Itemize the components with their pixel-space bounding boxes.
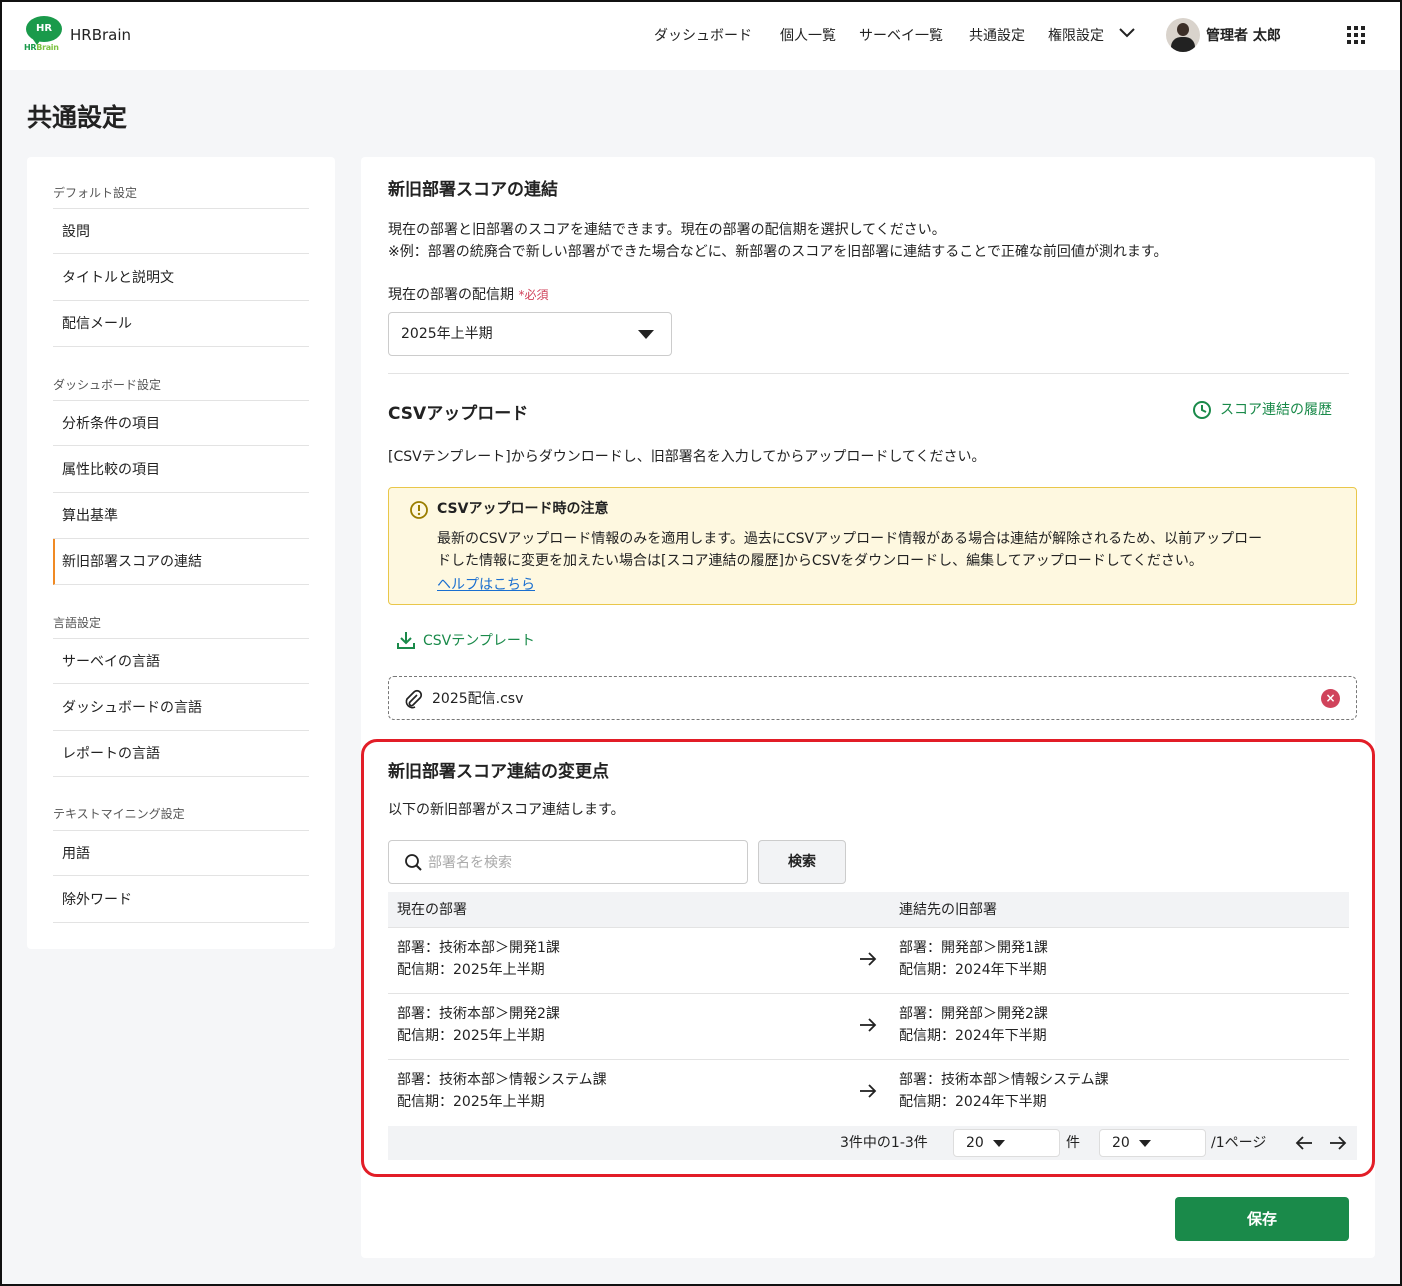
warning-circle-icon [410,501,428,519]
row-current-period: 配信期：2025年上半期 [397,1028,545,1044]
section-example-note: ※例：部署の統廃合で新しい部署ができた場合などに、新部署のスコアを旧部署に連結す… [388,244,1168,260]
caret-down-icon [638,330,654,339]
sidebar-group-title: 言語設定 [53,616,102,630]
sidebar-item-report-language[interactable]: レポートの言語 [53,731,309,777]
arrow-right-icon [860,1084,877,1098]
nav-survey-list[interactable]: サーベイ一覧 [859,25,943,45]
hrbrain-logo[interactable]: HR HRBrain [24,16,64,54]
top-header: HR HRBrain HRBrain ダッシュボード 個人一覧 サーベイ一覧 共… [0,0,1402,70]
period-select-value: 2025年上半期 [401,326,493,342]
notice-text-line1: 最新のCSVアップロード情報のみを適用します。過去にCSVアップロード情報がある… [437,531,1263,547]
nav-individual-list[interactable]: 個人一覧 [780,25,836,45]
row-old-period: 配信期：2024年下半期 [899,962,1047,978]
per-page-value: 20 [966,1135,984,1151]
row-current-period: 配信期：2025年上半期 [397,962,545,978]
table-row: 部署：技術本部＞開発1課 配信期：2025年上半期 部署：開発部＞開発1課 配信… [388,928,1349,994]
help-link[interactable]: ヘルプはこちら [437,574,535,596]
csv-upload-title: CSVアップロード [388,404,529,424]
sidebar-item-attribute-comparison[interactable]: 属性比較の項目 [53,447,309,493]
row-old-period: 配信期：2024年下半期 [899,1028,1047,1044]
sidebar-item-delivery-mail[interactable]: 配信メール [53,301,309,347]
row-old-dept: 部署：開発部＞開発2課 [899,1006,1048,1022]
sidebar-item-analysis-conditions[interactable]: 分析条件の項目 [53,400,309,446]
arrow-left-icon[interactable] [1294,1133,1314,1153]
caret-down-icon [1139,1140,1151,1147]
sidebar-group-title: デフォルト設定 [53,186,138,200]
search-placeholder: 部署名を検索 [428,855,512,871]
csv-notice-box: CSVアップロード時の注意 最新のCSVアップロード情報のみを適用します。過去に… [388,487,1357,605]
per-page-select[interactable]: 20 [953,1129,1060,1157]
brand-name: HRBrain [70,26,132,44]
required-mark: *必須 [518,288,549,302]
csv-template-label: CSVテンプレート [423,633,535,649]
sidebar-item-dashboard-language[interactable]: ダッシュボードの言語 [53,685,309,731]
download-icon [397,632,415,649]
settings-sidebar: デフォルト設定 設問 タイトルと説明文 配信メール ダッシュボード設定 分析条件… [27,157,335,949]
uploaded-file-box: 2025配信.csv × [388,676,1357,720]
per-page-unit: 件 [1066,1135,1080,1151]
sidebar-item-score-linking[interactable]: 新旧部署スコアの連結 [53,539,309,585]
column-header-linked-old-dept: 連結先の旧部署 [899,902,997,918]
changes-title: 新旧部署スコア連結の変更点 [388,762,609,782]
department-search-input[interactable]: 部署名を検索 [388,840,748,884]
period-label: 現在の部署の配信期 *必須 [388,287,549,303]
nav-permission-settings[interactable]: 権限設定 [1048,25,1104,45]
page-value: 20 [1112,1135,1130,1151]
table-row: 部署：技術本部＞情報システム課 配信期：2025年上半期 部署：技術本部＞情報シ… [388,1060,1349,1126]
row-old-period: 配信期：2024年下半期 [899,1094,1047,1110]
sidebar-item-questions[interactable]: 設問 [53,208,309,254]
clock-icon [1193,401,1211,419]
search-icon [405,854,422,871]
sidebar-item-excluded-words[interactable]: 除外ワード [53,877,309,923]
page-select[interactable]: 20 [1099,1129,1206,1157]
sidebar-group-title: テキストマイニング設定 [53,807,185,821]
sidebar-item-title-description[interactable]: タイトルと説明文 [53,255,309,301]
search-button[interactable]: 検索 [758,840,846,884]
sidebar-item-calculation-basis[interactable]: 算出基準 [53,493,309,539]
sidebar-item-survey-language[interactable]: サーベイの言語 [53,638,309,684]
chevron-down-icon[interactable] [1118,26,1136,40]
save-button[interactable]: 保存 [1175,1197,1349,1241]
row-old-dept: 部署：技術本部＞情報システム課 [899,1072,1109,1088]
apps-grid-icon[interactable] [1347,26,1365,44]
pagination-summary: 3件中の1-3件 [840,1135,928,1151]
period-select[interactable]: 2025年上半期 [388,312,672,356]
logo-wordmark: HRBrain [24,43,59,52]
csv-description: [CSVテンプレート]からダウンロードし、旧部署名を入力してからアップロードして… [388,449,986,465]
user-name[interactable]: 管理者 太郎 [1206,25,1281,45]
history-link-label: スコア連結の履歴 [1220,402,1332,418]
uploaded-file-name: 2025配信.csv [432,691,524,707]
table-header: 現在の部署 連結先の旧部署 [388,892,1349,928]
table-row: 部署：技術本部＞開発2課 配信期：2025年上半期 部署：開発部＞開発2課 配信… [388,994,1349,1060]
changes-description: 以下の新旧部署がスコア連結します。 [388,802,625,818]
notice-text-line2: ドした情報に変更を加えたい場合は[スコア連結の履歴]からCSVをダウンロードし、… [437,553,1203,569]
section-description: 現在の部署と旧部署のスコアを連結できます。現在の部署の配信期を選択してください。 [388,222,946,238]
table-pagination: 3件中の1-3件 20 件 20 /1ページ [388,1126,1357,1160]
page-unit: /1ページ [1211,1135,1267,1151]
row-current-dept: 部署：技術本部＞情報システム課 [397,1072,607,1088]
arrow-right-icon [860,1018,877,1032]
row-current-dept: 部署：技術本部＞開発2課 [397,1006,560,1022]
nav-common-settings[interactable]: 共通設定 [969,25,1025,45]
paperclip-icon [405,689,423,709]
remove-file-icon[interactable]: × [1321,689,1340,708]
row-current-dept: 部署：技術本部＞開発1課 [397,940,560,956]
sidebar-item-terms[interactable]: 用語 [53,830,309,876]
nav-dashboard[interactable]: ダッシュボード [654,25,752,45]
arrow-right-icon [860,952,877,966]
caret-down-icon [993,1140,1005,1147]
row-current-period: 配信期：2025年上半期 [397,1094,545,1110]
column-header-current-dept: 現在の部署 [397,902,467,918]
row-old-dept: 部署：開発部＞開発1課 [899,940,1048,956]
main-card: 新旧部署スコアの連結 現在の部署と旧部署のスコアを連結できます。現在の部署の配信… [361,157,1375,1258]
section-title: 新旧部署スコアの連結 [388,180,558,200]
page-title: 共通設定 [27,103,128,132]
notice-title: CSVアップロード時の注意 [437,501,609,517]
arrow-right-icon[interactable] [1328,1133,1348,1153]
sidebar-group-title: ダッシュボード設定 [53,378,162,392]
divider [388,373,1349,374]
avatar[interactable] [1166,18,1200,52]
